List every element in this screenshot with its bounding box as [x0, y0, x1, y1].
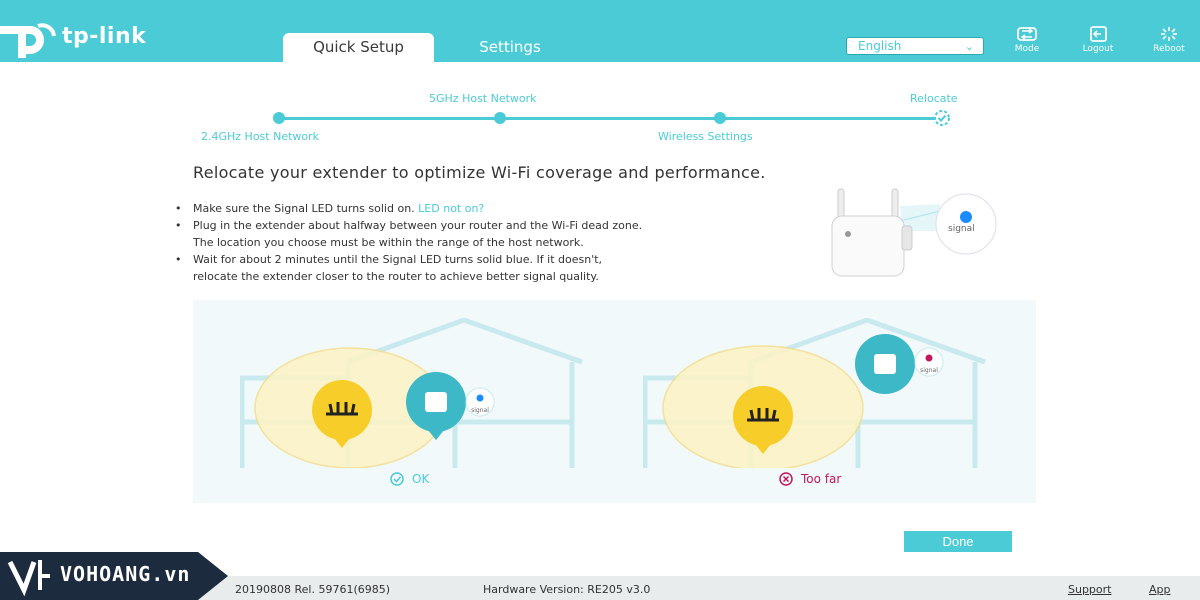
- bullet2-line1: Plug in the extender about halfway betwe…: [193, 219, 643, 232]
- mode-label: Mode: [1014, 44, 1040, 54]
- step-label-1: 2.4GHz Host Network: [201, 130, 320, 143]
- step-dot-2: [494, 112, 506, 124]
- page-title: Relocate your extender to optimize Wi-Fi…: [193, 163, 766, 182]
- bullet3-line2: relocate the extender closer to the rout…: [193, 270, 599, 283]
- step-label-4: Relocate: [910, 92, 958, 105]
- mode-icon: [1017, 27, 1037, 41]
- tab-quick-setup[interactable]: Quick Setup: [283, 33, 434, 62]
- firmware-version: 20190808 Rel. 59761(6985): [235, 583, 391, 596]
- chevron-down-icon: ⌄: [964, 40, 974, 53]
- signal-label: signal: [948, 224, 975, 234]
- status-far-label: Too far: [801, 472, 842, 486]
- svg-text:signal: signal: [471, 407, 489, 414]
- hardware-version: Hardware Version: RE205 v3.0: [483, 583, 651, 596]
- tp-link-logo-icon: [0, 18, 60, 58]
- tab-settings[interactable]: Settings: [452, 33, 568, 62]
- step-label-2: 5GHz Host Network: [429, 92, 537, 105]
- bullet2-line2: The location you choose must be within t…: [193, 236, 584, 249]
- house-far-illustration: signal: [643, 318, 986, 468]
- logout-button[interactable]: Logout: [1074, 26, 1122, 54]
- status-ok-label: OK: [412, 472, 430, 486]
- placement-illustration: signal OK signal Too far: [193, 300, 1036, 503]
- header-bar: tp-link Quick Setup Settings English ⌄ M…: [0, 0, 1200, 62]
- language-select[interactable]: English ⌄: [846, 37, 984, 55]
- done-button[interactable]: Done: [904, 531, 1012, 552]
- step-dot-3: [714, 112, 726, 124]
- reboot-button[interactable]: Reboot: [1145, 26, 1193, 54]
- watermark-text: VOHOANG.vn: [60, 562, 191, 586]
- status-ok: OK: [388, 472, 429, 486]
- led-help-link[interactable]: LED not on?: [418, 202, 484, 215]
- tp-link-logo: tp-link: [0, 18, 146, 58]
- check-circle-icon: [390, 472, 404, 486]
- logout-label: Logout: [1082, 44, 1114, 54]
- bullet3-line1: Wait for about 2 minutes until the Signa…: [193, 253, 603, 266]
- house-ok-illustration: signal: [240, 318, 583, 468]
- svg-text:signal: signal: [920, 367, 938, 374]
- reboot-label: Reboot: [1153, 44, 1185, 54]
- brand-text: tp-link: [62, 23, 147, 49]
- step-label-3: Wireless Settings: [658, 130, 753, 143]
- step-current-icon: [934, 110, 950, 126]
- bullet1-text: Make sure the Signal LED turns solid on.: [193, 202, 415, 215]
- list-item: Make sure the Signal LED turns solid on.…: [175, 200, 815, 217]
- status-too-far: Too far: [777, 472, 841, 486]
- support-link[interactable]: Support: [1068, 583, 1111, 596]
- extender-illustration: signal: [820, 186, 1010, 286]
- logout-icon: [1090, 26, 1107, 42]
- list-item: Wait for about 2 minutes until the Signa…: [175, 251, 815, 285]
- app-link[interactable]: App: [1149, 583, 1171, 596]
- reboot-icon: [1161, 27, 1177, 41]
- step-dot-1: [273, 112, 285, 124]
- language-value: English: [858, 39, 902, 53]
- progress-track: [279, 117, 943, 120]
- x-circle-icon: [779, 472, 793, 486]
- instruction-list: Make sure the Signal LED turns solid on.…: [175, 200, 815, 285]
- mode-button[interactable]: Mode: [1003, 26, 1051, 54]
- list-item: Plug in the extender about halfway betwe…: [175, 217, 815, 251]
